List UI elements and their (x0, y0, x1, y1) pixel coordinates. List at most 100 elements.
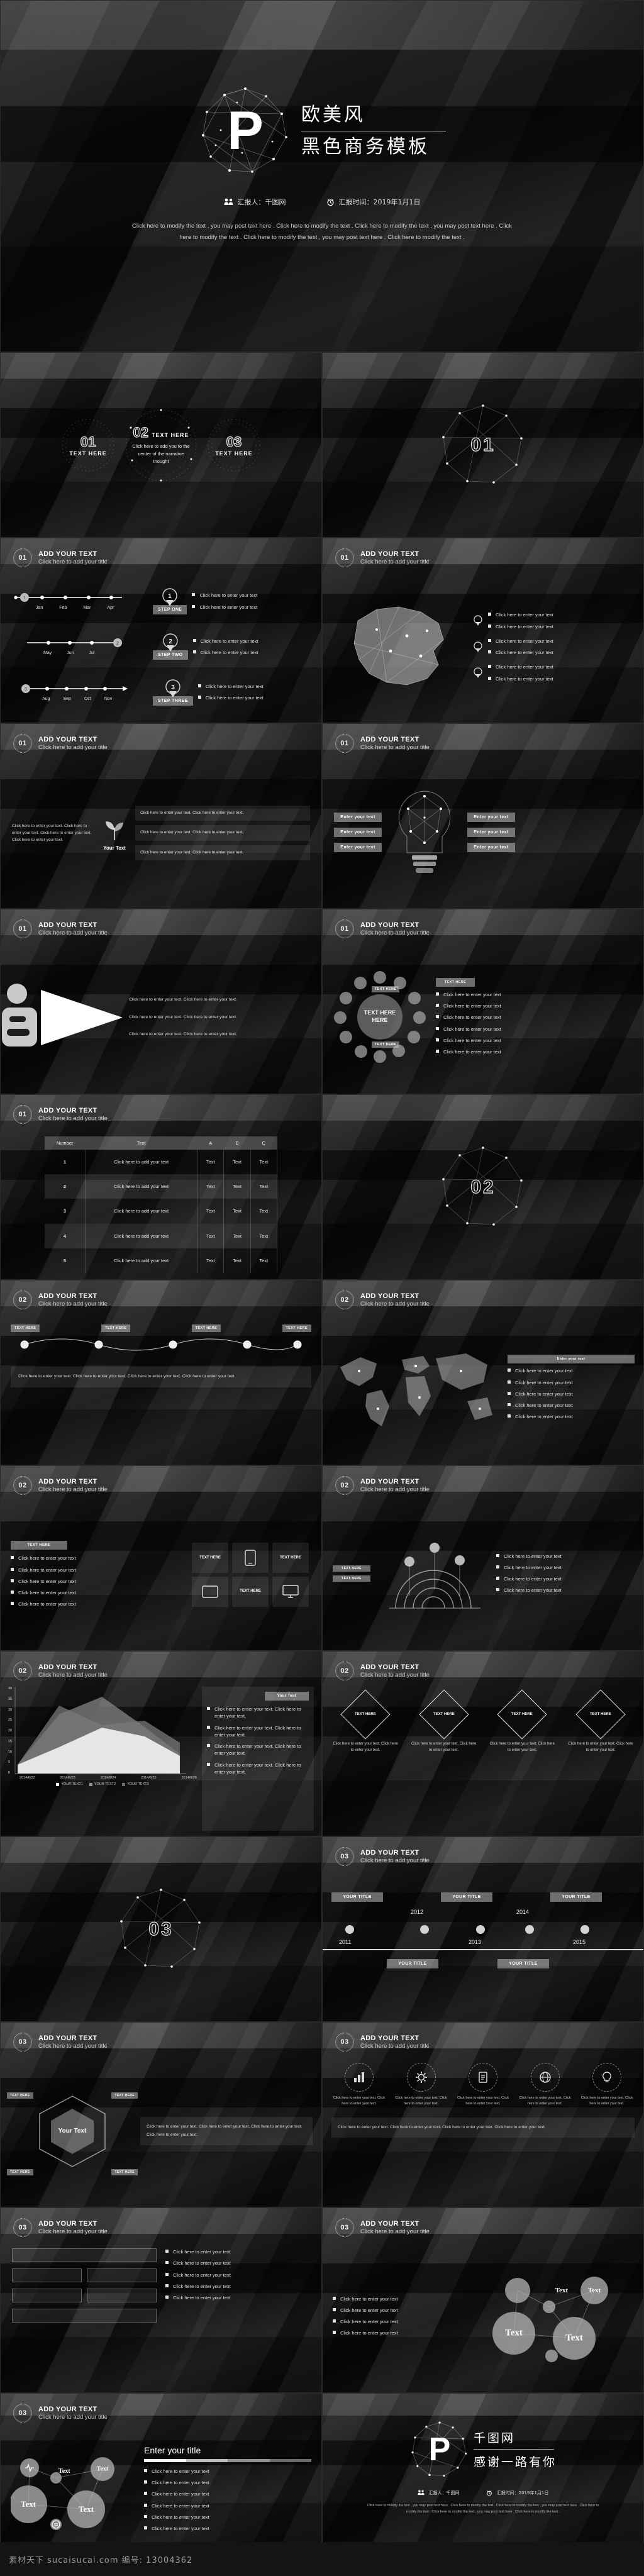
radar-chip[interactable]: TEXT HERE (333, 1575, 370, 1582)
bulb-chip[interactable]: Enter your text (467, 813, 515, 822)
node-chip[interactable]: TEXT HERE (191, 1324, 221, 1332)
node-chip[interactable]: TEXT HERE (11, 1324, 40, 1332)
slide-circular-dots[interactable]: 01 ADD YOUR TEXT Click here to add your … (322, 909, 644, 1094)
circular-chip[interactable]: TEXT HERE (436, 977, 475, 987)
diamond-item[interactable]: TEXT HERE Click here to enter your text.… (567, 1689, 635, 1829)
bulb-chip[interactable]: Enter your text (334, 828, 382, 837)
slide-year-timeline[interactable]: 03 ADD YOUR TEXT Click here to add your … (322, 1836, 644, 2022)
slide-world-map[interactable]: 02 ADD YOUR TEXT Click here to add your … (322, 1280, 644, 1465)
slide-thank-you[interactable]: P 千图网 感谢一路有你 汇报人：千图网 汇报时间：2019年1月1日 Clic… (322, 2393, 644, 2550)
icon-cell[interactable]: Click here to enter your text. Click her… (579, 2063, 635, 2107)
year-title-box[interactable]: YOUR TITLE (441, 1892, 492, 1902)
device-tile-monitor[interactable] (272, 1576, 309, 1607)
circle-chip-bottom[interactable]: TEXT HERE (372, 1041, 400, 1048)
bulb-chip[interactable]: Enter your text (467, 828, 515, 837)
icon-cell[interactable]: Click here to enter your text. Click her… (518, 2063, 573, 2107)
diamond-item[interactable]: TEXT HERE Click here to enter your text.… (331, 1689, 399, 1829)
device-tile-phone[interactable] (232, 1542, 269, 1573)
slide-divider-01[interactable]: 01 (322, 352, 644, 538)
device-tile[interactable]: TEXT HERE (192, 1542, 228, 1573)
bullet-marker (488, 613, 491, 616)
diamond-item[interactable]: TEXT HERE Click here to enter your text.… (488, 1689, 556, 1829)
icon-cell[interactable]: Click here to enter your text. Click her… (394, 2063, 449, 2107)
slide-table[interactable]: 01 ADD YOUR TEXT Click here to add your … (0, 1094, 322, 1280)
slide-agenda[interactable]: 01 TEXT HERE 02 TEXT HERE Click here to … (0, 352, 322, 538)
slide-divider-02[interactable]: 02 (322, 1094, 644, 1280)
slide-devices[interactable]: 02 ADD YOUR TEXT Click here to add your … (0, 1465, 322, 1651)
device-tile[interactable]: TEXT HERE (232, 1576, 269, 1607)
radar-bullets-col: Click here to enter your text Click here… (496, 1553, 633, 1594)
flow-node[interactable] (87, 2289, 157, 2302)
hex-chip[interactable]: TEXT HERE (111, 2092, 138, 2099)
icon-cell[interactable]: Click here to enter your text. Click her… (455, 2063, 511, 2107)
world-right: Enter your text Click here to enter your… (508, 1355, 635, 1420)
hex-chip[interactable]: TEXT HERE (111, 2168, 138, 2175)
slide-hexagon[interactable]: 03 ADD YOUR TEXT Click here to add your … (0, 2022, 322, 2207)
map-info-row[interactable]: Click here to enter your text Click here… (472, 638, 633, 657)
slide-flow-chart[interactable]: 03 ADD YOUR TEXT Click here to add your … (0, 2207, 322, 2393)
slide-projector[interactable]: 01 ADD YOUR TEXT Click here to add your … (0, 909, 322, 1094)
device-tile[interactable]: TEXT HERE (272, 1542, 309, 1573)
icon-row: Click here to enter your text. Click her… (331, 2063, 635, 2107)
node-description[interactable]: Click here to enter your text. Click her… (11, 1367, 311, 1387)
icon-cell[interactable]: Click here to enter your text. Click her… (331, 2063, 387, 2107)
step-block-2[interactable]: 2 STEP TWO Click here to enter your text… (153, 633, 310, 660)
chart-bullets: Click here to enter your text. Click her… (207, 1706, 309, 1775)
slide-china-map[interactable]: 01 ADD YOUR TEXT Click here to add your … (322, 538, 644, 723)
data-table[interactable]: Number Text A B C 1 Click here to add yo… (45, 1136, 278, 1273)
flow-node[interactable] (12, 2309, 157, 2323)
step-bullets-2: Click here to enter your text Click here… (192, 638, 258, 657)
flow-node[interactable] (12, 2248, 157, 2262)
progress-bar[interactable] (144, 2458, 311, 2462)
slide-node-timeline[interactable]: 02 ADD YOUR TEXT Click here to add your … (0, 1280, 322, 1465)
bulb-chip[interactable]: Enter your text (467, 843, 515, 852)
year-title-box[interactable]: YOUR TITLE (497, 1959, 549, 1968)
step-block-3[interactable]: 3 STEP THREE Click here to enter your te… (153, 679, 310, 706)
slide-diamonds[interactable]: 02 ADD YOUR TEXT Click here to add your … (322, 1651, 644, 1836)
bulb-chip[interactable]: Enter your text (334, 813, 382, 822)
map-info-row[interactable]: Click here to enter your text Click here… (472, 611, 633, 630)
radar-chip[interactable]: TEXT HERE (333, 1565, 370, 1572)
year-title-box[interactable]: YOUR TITLE (550, 1892, 602, 1902)
agenda-item-2[interactable]: 02 TEXT HERE Click here to add you to th… (121, 405, 201, 486)
slide-bulb[interactable]: 01 ADD YOUR TEXT Click here to add your … (322, 723, 644, 909)
chart-side-chip[interactable]: Your Text (265, 1692, 309, 1701)
slide-enter-title[interactable]: 03 ADD YOUR TEXT Click here to add your … (0, 2393, 322, 2550)
bullet-text: Click here to enter your text (18, 1555, 76, 1562)
device-tile-tablet[interactable] (192, 1576, 228, 1607)
step-block-1[interactable]: 1 STEP ONE Click here to enter your text… (153, 588, 310, 615)
slide-cloud-bubbles[interactable]: 03 ADD YOUR TEXT Click here to add your … (322, 2207, 644, 2393)
devices-chip[interactable]: TEXT HERE (11, 1541, 67, 1550)
hex-chip[interactable]: TEXT HERE (7, 2168, 33, 2175)
map-info-row[interactable]: Click here to enter your text Click here… (472, 663, 633, 682)
hex-chip[interactable]: TEXT HERE (7, 2092, 33, 2099)
slide-title[interactable]: P 欧美风 黑色商务模板 汇报人：千图网 汇报时间：2019年1月1日 Clic… (0, 0, 644, 352)
plant-box[interactable]: Click here to enter your text. Click her… (135, 805, 310, 821)
bulb-chip[interactable]: Enter your text (334, 843, 382, 852)
circle-chip-top[interactable]: TEXT HERE (372, 985, 400, 992)
world-chip[interactable]: Enter your text (508, 1355, 635, 1364)
slide-month-timeline[interactable]: 01 ADD YOUR TEXT Click here to add your … (0, 538, 322, 723)
slide-icon-grid[interactable]: 03 ADD YOUR TEXT Click here to add your … (322, 2022, 644, 2207)
slide-plant-text[interactable]: 01 ADD YOUR TEXT Click here to add your … (0, 723, 322, 909)
plant-box[interactable]: Click here to enter your text. Click her… (135, 845, 310, 861)
agenda-item-1[interactable]: 01 TEXT HERE (58, 415, 118, 475)
gear-icon (415, 2072, 427, 2083)
plant-box[interactable]: Click here to enter your text. Click her… (135, 825, 310, 841)
flow-node[interactable] (12, 2289, 82, 2302)
flow-node[interactable] (12, 2268, 82, 2282)
node-chip[interactable]: TEXT HERE (101, 1324, 131, 1332)
circle-center-line-2: HERE (372, 1016, 388, 1023)
year-title-box[interactable]: YOUR TITLE (331, 1892, 383, 1902)
bullet-text: Click here to enter your text (152, 2502, 209, 2509)
year-title-box[interactable]: YOUR TITLE (387, 1959, 438, 1968)
network-ring-logo: P (198, 84, 292, 178)
slide-area-chart[interactable]: 02 ADD YOUR TEXT Click here to add your … (0, 1651, 322, 1836)
slide-divider-03[interactable]: 03 (0, 1836, 322, 2022)
cell: Text (250, 1223, 278, 1248)
flow-node[interactable] (87, 2268, 157, 2282)
diamond-item[interactable]: TEXT HERE Click here to enter your text.… (410, 1689, 478, 1829)
slide-target-radar[interactable]: 02 ADD YOUR TEXT Click here to add your … (322, 1465, 644, 1651)
agenda-item-3[interactable]: 03 TEXT HERE (204, 415, 264, 475)
node-chip[interactable]: TEXT HERE (282, 1324, 311, 1332)
